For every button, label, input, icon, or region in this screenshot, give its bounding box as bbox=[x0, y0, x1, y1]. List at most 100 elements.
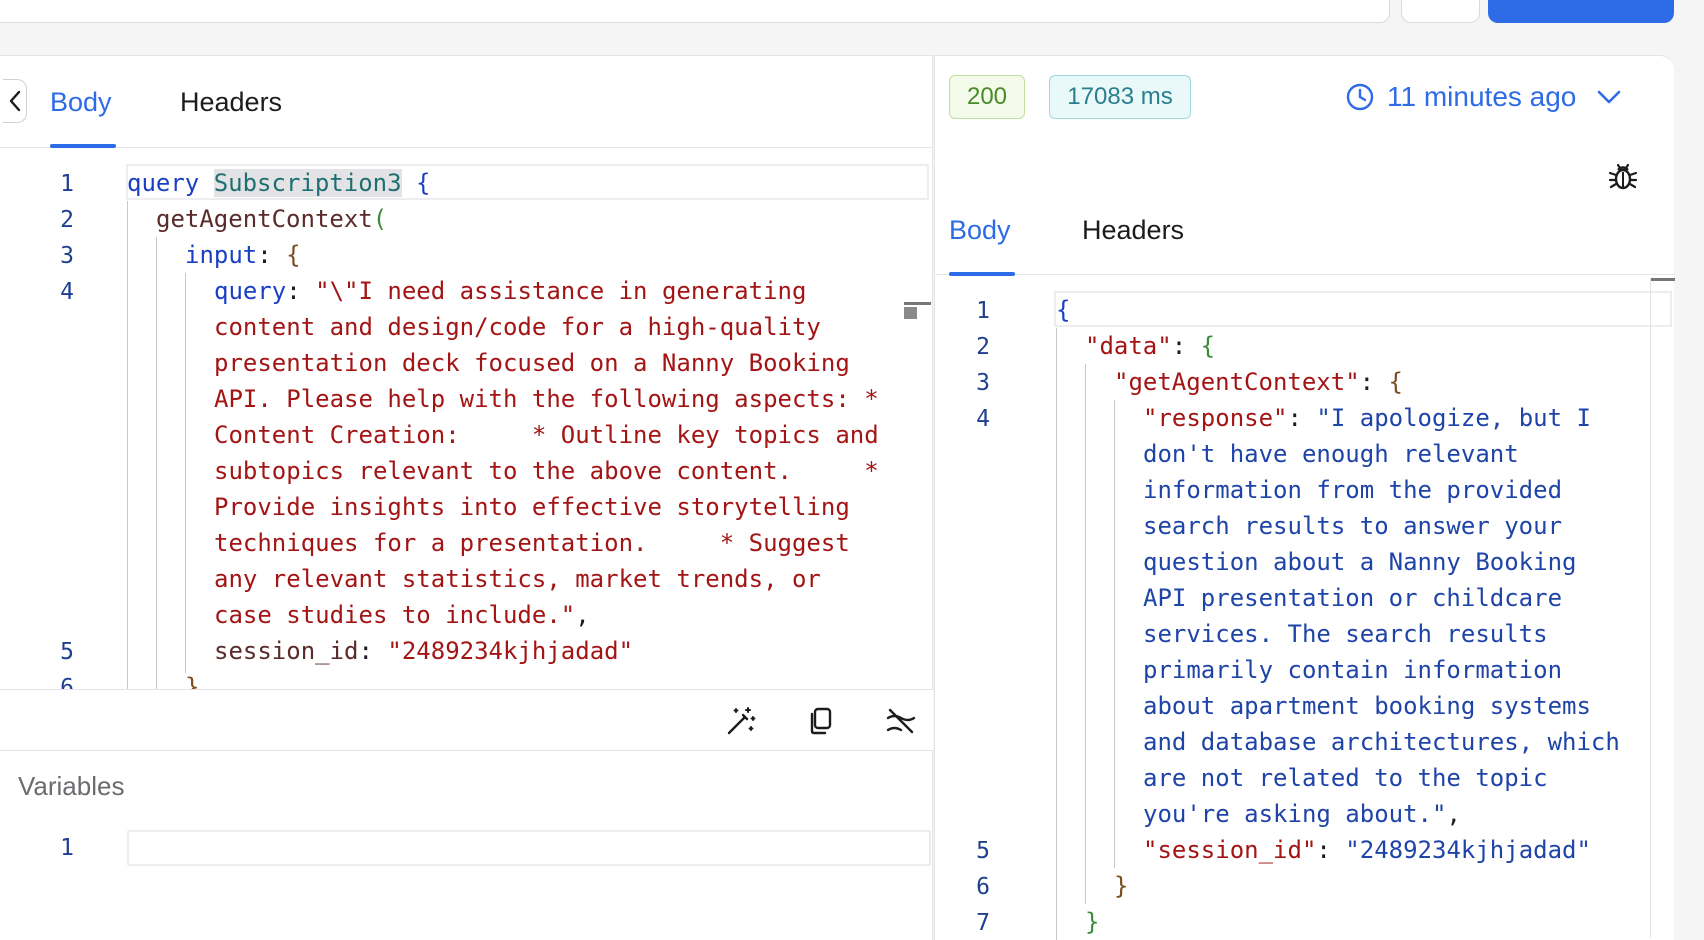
string-value: Provide insights into effective storytel… bbox=[214, 493, 850, 521]
chevron-left-icon bbox=[9, 90, 20, 112]
string-value: "2489234kjhjadad" bbox=[387, 637, 634, 665]
editor-toolbar bbox=[0, 689, 933, 751]
json-string: don't have enough relevant bbox=[1143, 440, 1519, 468]
arg-key: session_id bbox=[214, 637, 359, 665]
url-input[interactable] bbox=[0, 0, 1390, 23]
json-key: "response" bbox=[1143, 404, 1288, 432]
line-number: 1 bbox=[60, 171, 74, 197]
json-key: "getAgentContext" bbox=[1114, 368, 1360, 396]
indent-guide bbox=[1056, 328, 1057, 940]
line-number: 5 bbox=[976, 838, 990, 864]
tab-response-body[interactable]: Body bbox=[949, 215, 1011, 246]
string-value: case studies to include." bbox=[214, 601, 576, 629]
tab-response-headers[interactable]: Headers bbox=[1082, 215, 1184, 246]
history-dropdown[interactable]: 11 minutes ago bbox=[1345, 77, 1624, 117]
indent-guide bbox=[1114, 400, 1115, 868]
json-string: are not related to the topic bbox=[1143, 764, 1548, 792]
response-tabs: Body Headers bbox=[935, 151, 1675, 276]
keyword: query bbox=[127, 169, 200, 197]
colon: : bbox=[286, 277, 301, 305]
line-number: 4 bbox=[60, 279, 74, 305]
variables-editor[interactable] bbox=[127, 830, 931, 866]
field-name: getAgentContext bbox=[156, 205, 373, 233]
brace: { bbox=[286, 241, 301, 269]
scrollbar-thumb[interactable] bbox=[904, 307, 917, 319]
json-brace: } bbox=[1114, 872, 1129, 900]
line-number: 7 bbox=[976, 910, 990, 936]
comma: , bbox=[575, 601, 590, 629]
string-value: "\"I need assistance in generating bbox=[315, 277, 807, 305]
current-line-highlight bbox=[1054, 291, 1672, 327]
response-panel: 200 17083 ms 11 minutes ago Body Headers… bbox=[934, 55, 1675, 940]
variables-label[interactable]: Variables bbox=[18, 771, 124, 802]
string-value: API. Please help with the following aspe… bbox=[214, 385, 879, 413]
json-string: you're asking about." bbox=[1143, 800, 1447, 828]
line-number: 5 bbox=[60, 639, 74, 665]
indent-guide bbox=[1085, 364, 1086, 904]
string-value: subtopics relevant to the above content.… bbox=[214, 457, 879, 485]
magic-wand-icon[interactable] bbox=[724, 704, 758, 738]
colon: : bbox=[358, 637, 373, 665]
code-line: } bbox=[185, 673, 200, 689]
clock-icon bbox=[1346, 83, 1374, 111]
request-panel: Body Headers 1 2 3 4 5 6 query Subscript… bbox=[0, 55, 933, 940]
json-brace: { bbox=[1388, 368, 1403, 396]
duration-badge: 17083 ms bbox=[1049, 75, 1191, 119]
string-value: presentation deck focused on a Nanny Boo… bbox=[214, 349, 850, 377]
line-number: 6 bbox=[976, 874, 990, 900]
request-tabs: Body Headers bbox=[0, 56, 933, 148]
json-key: "data" bbox=[1085, 332, 1172, 360]
code-line: query Subscription3 { bbox=[127, 165, 430, 201]
options-button[interactable] bbox=[1401, 0, 1480, 23]
json-brace: { bbox=[1200, 332, 1216, 360]
active-tab-indicator bbox=[50, 144, 116, 148]
json-line: "getAgentContext": { bbox=[1114, 368, 1403, 396]
json-string: question about a Nanny Booking bbox=[1143, 548, 1577, 576]
json-string: and database architectures, which bbox=[1143, 728, 1620, 756]
string-value: content and design/code for a high-quali… bbox=[214, 313, 821, 341]
bug-icon[interactable] bbox=[1607, 160, 1639, 192]
json-string: services. The search results bbox=[1143, 620, 1548, 648]
json-string: "2489234kjhjadad" bbox=[1345, 836, 1591, 864]
copy-icon[interactable] bbox=[804, 704, 838, 738]
colon: : bbox=[257, 241, 272, 269]
line-number: 2 bbox=[60, 207, 74, 233]
string-value: techniques for a presentation. * Suggest bbox=[214, 529, 850, 557]
collapse-panel-button[interactable] bbox=[3, 79, 27, 123]
status-badge: 200 bbox=[949, 75, 1025, 119]
code-line: input: { bbox=[185, 237, 301, 273]
tab-request-body[interactable]: Body bbox=[50, 87, 112, 118]
json-string: "I apologize, but I bbox=[1316, 404, 1591, 432]
code-line: query: "\"I need assistance in generatin… bbox=[214, 273, 806, 309]
code-line: case studies to include.", bbox=[214, 597, 590, 633]
indent-guide bbox=[185, 273, 186, 673]
scrollbar-thumb[interactable] bbox=[1651, 278, 1675, 281]
tab-request-headers[interactable]: Headers bbox=[180, 87, 282, 118]
response-viewer[interactable]: 1 2 3 4 5 6 7 8 { "data": { "getAgentCon… bbox=[935, 276, 1675, 940]
operation-name: Subscription3 bbox=[213, 169, 402, 197]
line-number: 1 bbox=[976, 298, 990, 324]
json-line: "response": "I apologize, but I bbox=[1143, 404, 1591, 432]
line-number: 6 bbox=[60, 675, 74, 689]
send-button[interactable] bbox=[1488, 0, 1674, 23]
line-number: 3 bbox=[976, 370, 990, 396]
json-string: search results to answer your bbox=[1143, 512, 1563, 540]
unlink-icon[interactable] bbox=[884, 704, 918, 738]
string-value: any relevant statistics, market trends, … bbox=[214, 565, 821, 593]
editor-scrollbar[interactable] bbox=[904, 302, 931, 319]
query-editor[interactable]: 1 2 3 4 5 6 query Subscription3 { getAge… bbox=[0, 149, 933, 689]
json-line: "data": { bbox=[1085, 332, 1216, 360]
json-brace: } bbox=[1085, 908, 1100, 936]
json-string: about apartment booking systems bbox=[1143, 692, 1591, 720]
code-line: getAgentContext( bbox=[156, 201, 387, 237]
code-line: session_id: "2489234kjhjadad" bbox=[214, 633, 633, 669]
line-number: 2 bbox=[976, 334, 990, 360]
arg-key: input bbox=[185, 241, 258, 269]
response-scrollbar[interactable] bbox=[1650, 278, 1675, 938]
indent-guide bbox=[156, 237, 157, 689]
json-line: "session_id": "2489234kjhjadad" bbox=[1143, 836, 1591, 864]
json-string: primarily contain information bbox=[1143, 656, 1563, 684]
json-key: "session_id" bbox=[1143, 836, 1317, 864]
string-value: Content Creation: * Outline key topics a… bbox=[214, 421, 879, 449]
indent-guide bbox=[127, 201, 128, 689]
